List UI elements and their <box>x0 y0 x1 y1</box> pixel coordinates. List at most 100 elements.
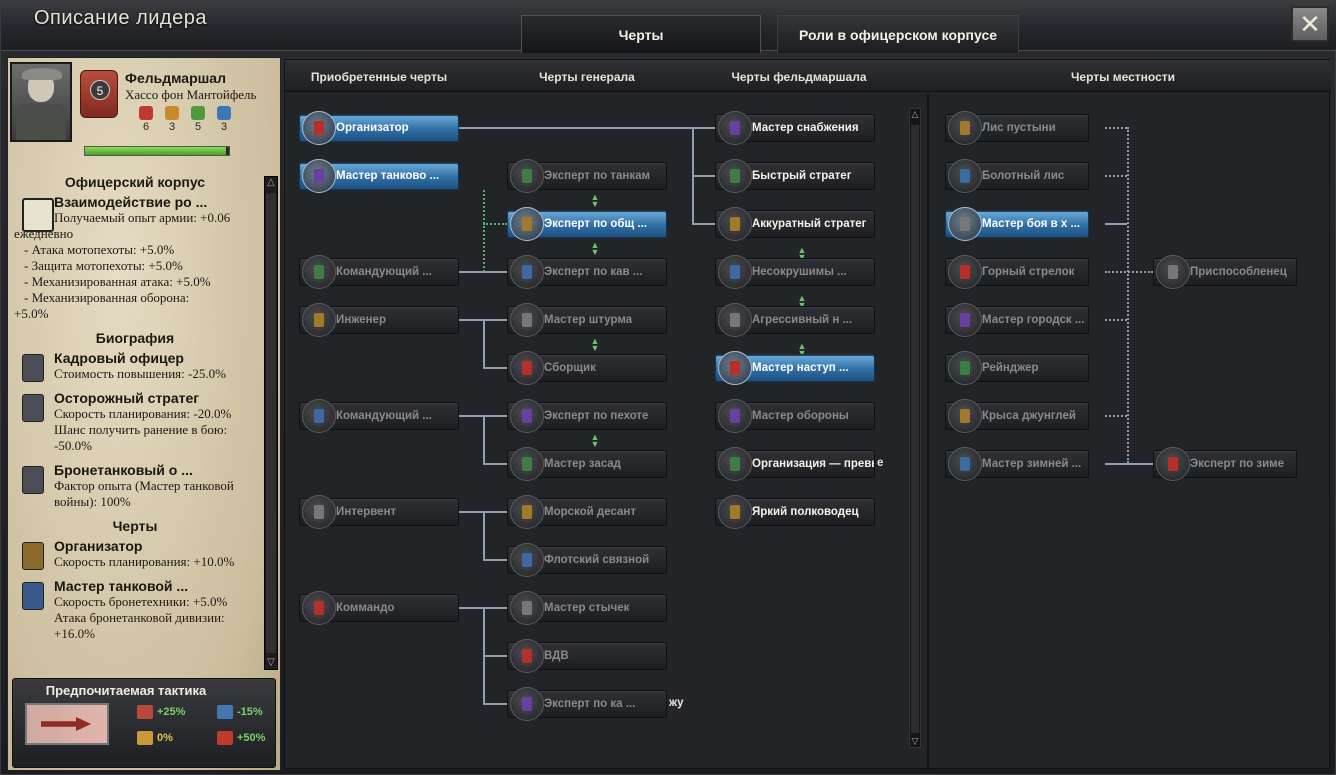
trait-fieldmarshal[interactable]: Мастер наступ ... <box>715 351 875 385</box>
medal-ribbon <box>730 121 740 135</box>
trait-terrain[interactable]: Мастер боя в х ... <box>945 207 1089 241</box>
tab-traits[interactable]: Черты <box>521 15 761 53</box>
entry-title: Мастер танковой ... <box>54 578 189 594</box>
entry-line: +16.0% <box>54 626 95 641</box>
biography-entry[interactable]: Бронетанковый о ... Фактор опыта (Мастер… <box>8 462 262 510</box>
medal-icon <box>948 399 982 433</box>
officer-corps-entry[interactable]: Взаимодействие ро ... Получаемый опыт ар… <box>8 194 262 322</box>
medal-icon <box>948 255 982 289</box>
connector <box>483 463 507 465</box>
trait-entry[interactable]: Организатор Скорость планирования: +10.0… <box>8 538 262 570</box>
tactic-image[interactable] <box>25 703 109 745</box>
scroll-up-icon[interactable]: △ <box>910 109 920 120</box>
trait-terrain[interactable]: Эксперт по зиме <box>1153 447 1297 481</box>
medal-icon <box>22 582 44 610</box>
trait-general[interactable]: Флотский связной <box>507 543 667 577</box>
trait-entry[interactable]: Мастер танковой ... Скорость бронетехник… <box>8 578 262 642</box>
trait-terrain[interactable]: Болотный лис <box>945 159 1089 193</box>
tree-scrollbar[interactable]: △ ▽ <box>909 108 921 748</box>
trait-general[interactable]: Эксперт по пехоте <box>507 399 667 433</box>
trait-fieldmarshal[interactable]: Несокрушимы ... <box>715 255 875 289</box>
entry-title: Кадровый офицер <box>54 350 184 366</box>
trait-terrain[interactable]: Мастер городск ... <box>945 303 1089 337</box>
trait-general[interactable]: Мастер стычек <box>507 591 667 625</box>
scroll-down-icon[interactable]: ▽ <box>910 736 920 747</box>
trait-terrain[interactable]: Лис пустыни <box>945 111 1089 145</box>
medal-icon <box>948 447 982 481</box>
entry-title: Взаимодействие ро ... <box>54 194 208 210</box>
medal-icon <box>302 495 336 529</box>
trait-terrain[interactable]: Мастер зимней ... <box>945 447 1089 481</box>
medal-ribbon <box>960 265 970 279</box>
trait-general[interactable]: Эксперт по ка ... <box>507 687 667 721</box>
medal-ribbon <box>522 697 532 711</box>
logistics-stat[interactable]: 3 <box>216 106 232 133</box>
trait-label: Эксперт по зиме <box>1190 458 1285 470</box>
trait-general[interactable]: Морской десант <box>507 495 667 529</box>
defense-stat[interactable]: 3 <box>164 106 180 133</box>
tactic-defense: -15% <box>217 705 263 719</box>
leader-details-scroll[interactable]: Офицерский корпус Взаимодействие ро ... … <box>8 168 262 668</box>
scrollbar-thumb[interactable] <box>266 193 276 653</box>
trait-general[interactable]: Мастер засад <box>507 447 667 481</box>
trait-acquired[interactable]: Мастер танково ... <box>299 159 459 193</box>
trait-terrain[interactable]: Приспособленец <box>1153 255 1297 289</box>
trait-label: Мастер обороны <box>752 410 849 422</box>
scrollbar-thumb[interactable] <box>911 125 919 733</box>
medal-icon <box>510 639 544 673</box>
medal-icon <box>1156 255 1190 289</box>
trait-fieldmarshal[interactable]: Аккуратный стратег <box>715 207 875 241</box>
trait-general[interactable]: ВДВ <box>507 639 667 673</box>
trait-general[interactable]: Мастер штурма <box>507 303 667 337</box>
trait-acquired[interactable]: Командующий ... <box>299 255 459 289</box>
connector <box>483 511 485 561</box>
medal-ribbon <box>314 505 324 519</box>
biography-entry[interactable]: Кадровый офицер Стоимость повышения: -25… <box>8 350 262 382</box>
trait-general[interactable]: Эксперт по танкам <box>507 159 667 193</box>
planning-stat[interactable]: 5 <box>190 106 206 133</box>
tactic-value: 0% <box>157 732 173 744</box>
trait-label-overflow: жу <box>669 697 684 709</box>
upgrade-arrow-icon: ▲ ▼ <box>590 240 600 257</box>
trait-fieldmarshal[interactable]: Организация — превыше <box>715 447 875 481</box>
close-button[interactable]: ✕ <box>1291 6 1329 42</box>
trait-terrain[interactable]: Горный стрелок <box>945 255 1089 289</box>
upgrade-arrow-icon: ▲ ▼ <box>590 336 600 353</box>
trait-acquired[interactable]: Командующий ... <box>299 399 459 433</box>
trait-label: Крыса джунглей <box>982 410 1076 422</box>
trait-fieldmarshal[interactable]: Мастер обороны <box>715 399 875 433</box>
medal-ribbon <box>522 265 532 279</box>
tab-officer-corps-roles[interactable]: Роли в офицерском корпусе <box>777 15 1019 53</box>
trait-terrain[interactable]: Рейнджер <box>945 351 1089 385</box>
trait-acquired[interactable]: Инженер <box>299 303 459 337</box>
medal-ribbon <box>314 601 324 615</box>
trait-acquired[interactable]: Интервент <box>299 495 459 529</box>
medal-icon <box>22 354 44 382</box>
medal-icon <box>1156 447 1190 481</box>
trait-label: Командующий ... <box>336 410 432 422</box>
scroll-down-icon[interactable]: ▽ <box>265 657 277 669</box>
trait-fieldmarshal[interactable]: Яркий полководец <box>715 495 875 529</box>
trait-fieldmarshal[interactable]: Быстрый стратег <box>715 159 875 193</box>
medal-ribbon <box>522 553 532 567</box>
connector <box>1105 271 1153 273</box>
trait-general[interactable]: Эксперт по общ ... <box>507 207 667 241</box>
trait-terrain[interactable]: Крыса джунглей <box>945 399 1089 433</box>
trait-general[interactable]: Эксперт по кав ... <box>507 255 667 289</box>
attack-stat[interactable]: 6 <box>138 106 154 133</box>
medal-icon <box>510 207 544 241</box>
medal-ribbon <box>314 313 324 327</box>
window-title: Описание лидера <box>34 7 207 29</box>
medal-icon <box>302 159 336 193</box>
trait-acquired[interactable]: Организатор <box>299 111 459 145</box>
leader-level: 5 <box>90 80 110 100</box>
left-scrollbar[interactable]: △ ▽ <box>264 176 278 670</box>
trait-general[interactable]: Сборщик <box>507 351 667 385</box>
entry-line: Шанс получить ранение в бою: <box>54 422 228 437</box>
biography-entry[interactable]: Осторожный стратег Скорость планирования… <box>8 390 262 454</box>
trait-fieldmarshal[interactable]: Мастер снабжения <box>715 111 875 145</box>
scroll-up-icon[interactable]: △ <box>265 177 277 189</box>
trait-fieldmarshal[interactable]: Агрессивный н ... <box>715 303 875 337</box>
trait-acquired[interactable]: Коммандо <box>299 591 459 625</box>
connector <box>692 223 715 225</box>
